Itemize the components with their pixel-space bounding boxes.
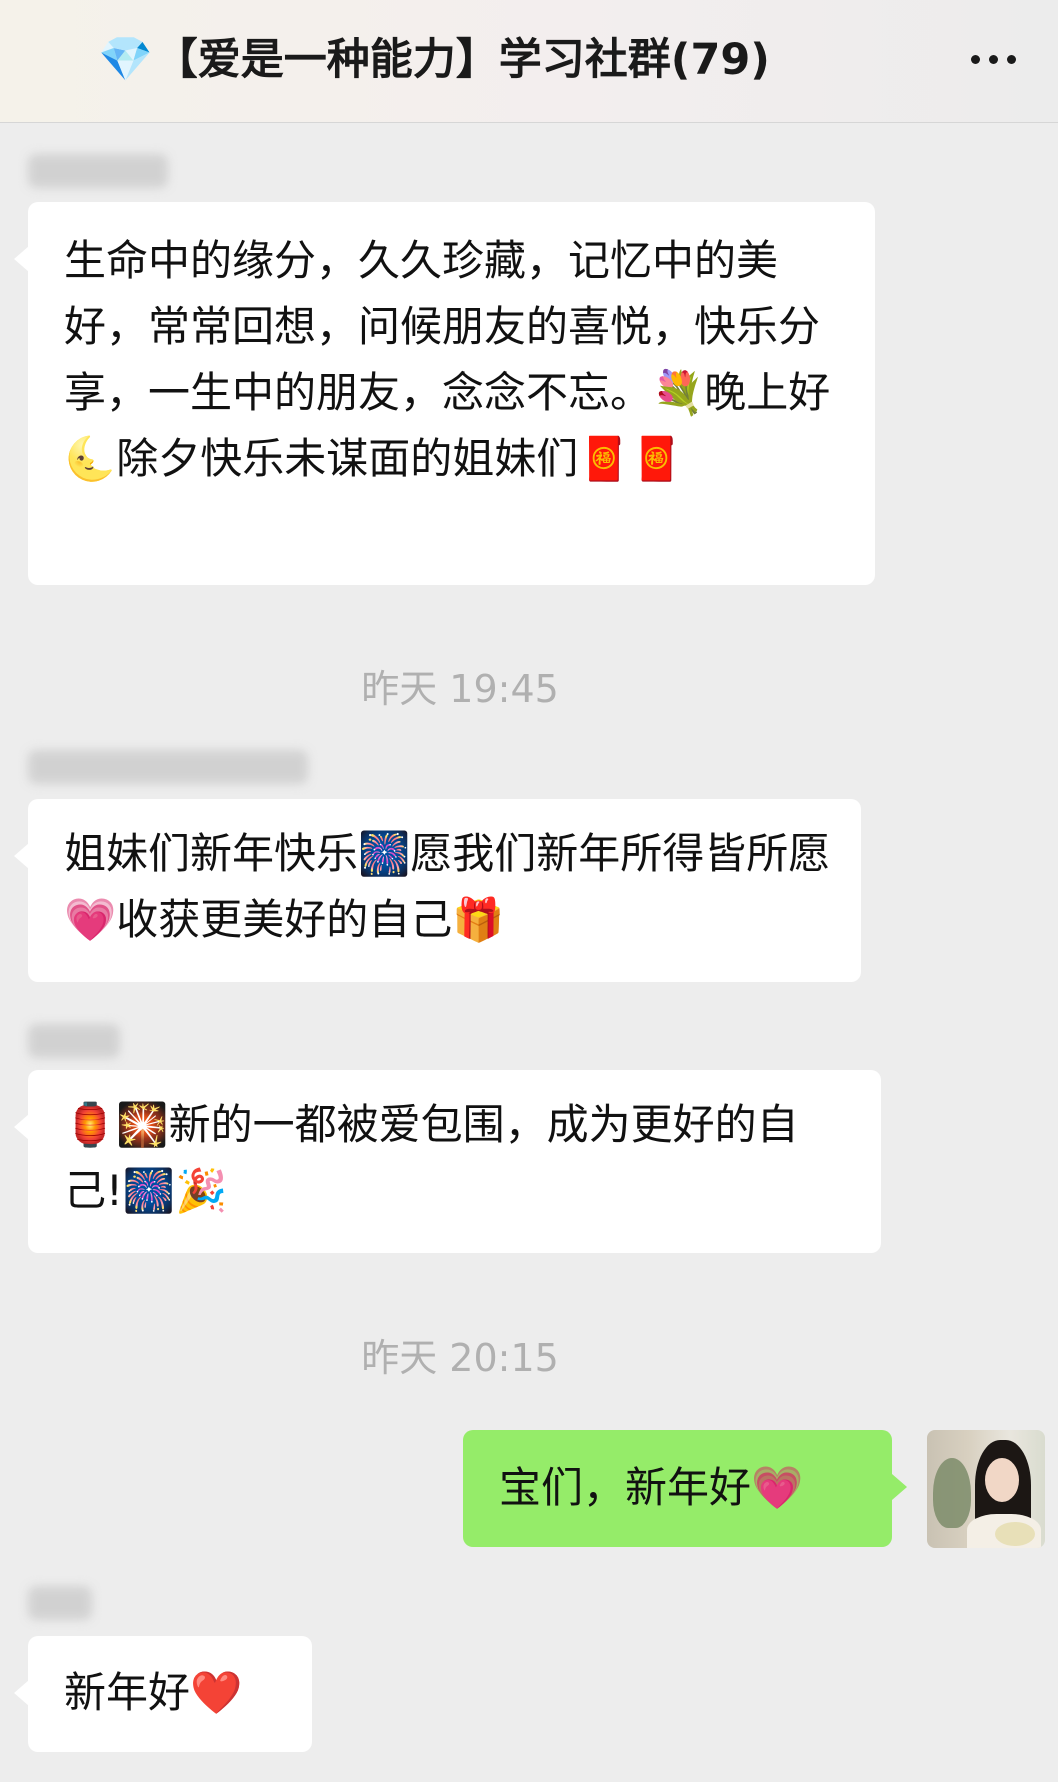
message-text: 生命中的缘分，久久珍藏，记忆中的美好，常常回想，问候朋友的喜悦，快乐分享，一生中… (64, 236, 831, 483)
message-text: 宝们，新年好💗 (499, 1463, 804, 1512)
avatar-flowers-shape (995, 1522, 1035, 1546)
more-options-button[interactable] (958, 36, 1028, 82)
more-dot-icon (1006, 54, 1016, 64)
my-avatar[interactable] (927, 1430, 1045, 1548)
diamond-icon: 💎 (98, 34, 153, 85)
avatar-face-shape (985, 1458, 1019, 1502)
message-bubble-incoming[interactable]: 新年好❤️ (14, 1636, 312, 1752)
group-chat-title[interactable]: 💎 【爱是一种能力】学习社群(79) (98, 30, 770, 90)
sender-name-blurred (28, 154, 168, 188)
message-bubble-outgoing[interactable]: 宝们，新年好💗 (463, 1430, 907, 1547)
message-bubble-incoming[interactable]: 生命中的缘分，久久珍藏，记忆中的美好，常常回想，问候朋友的喜悦，快乐分享，一生中… (14, 202, 875, 585)
more-dot-icon (988, 54, 998, 64)
more-dot-icon (970, 54, 980, 64)
message-text: 🏮🎇新的一都被爱包围，成为更好的自己!🎆🎉 (64, 1100, 799, 1215)
message-text: 姐妹们新年快乐🎆愿我们新年所得皆所愿💗收获更美好的自己🎁 (64, 829, 831, 944)
chat-header: 💎 【爱是一种能力】学习社群(79) (0, 0, 1058, 123)
message-bubble-incoming[interactable]: 🏮🎇新的一都被爱包围，成为更好的自己!🎆🎉 (14, 1070, 881, 1253)
group-name-label: 【爱是一种能力】学习社群(79) (154, 35, 770, 85)
timestamp: 昨天 20:15 (361, 1336, 559, 1380)
message-text: 新年好❤️ (64, 1668, 243, 1717)
sender-name-blurred (28, 1024, 120, 1058)
sender-name-blurred (28, 750, 308, 784)
message-bubble-incoming[interactable]: 姐妹们新年快乐🎆愿我们新年所得皆所愿💗收获更美好的自己🎁 (14, 799, 861, 982)
timestamp: 昨天 19:45 (361, 667, 559, 711)
sender-name-blurred (28, 1586, 92, 1620)
avatar-plant-shape (933, 1458, 971, 1528)
